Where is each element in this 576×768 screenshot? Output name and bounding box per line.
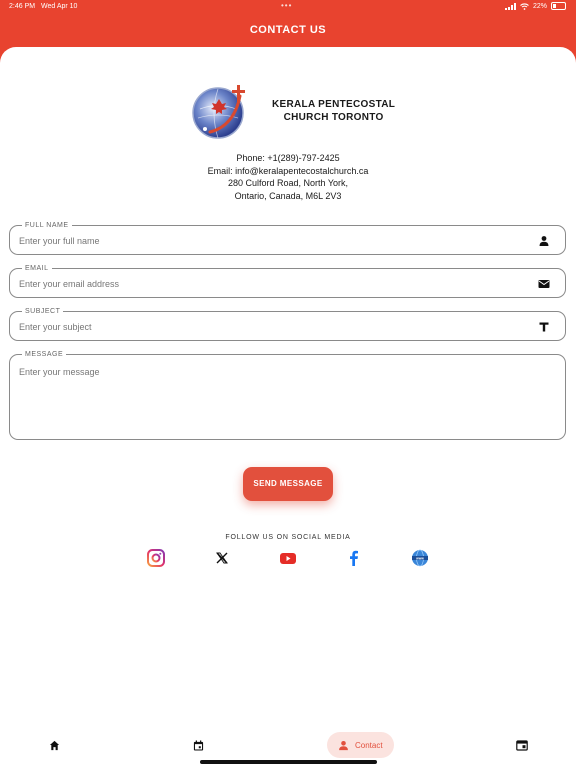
nav-events[interactable] bbox=[190, 732, 206, 758]
church-logo bbox=[190, 82, 250, 140]
contact-icon bbox=[339, 740, 348, 750]
page-title: CONTACT US bbox=[249, 24, 327, 36]
email-text[interactable]: Email: info@keralapentecostalchurch.ca bbox=[0, 165, 576, 178]
website-icon[interactable]: www bbox=[411, 549, 429, 567]
phone-text[interactable]: Phone: +1(289)-797-2425 bbox=[0, 152, 576, 165]
status-date: Wed Apr 10 bbox=[41, 3, 78, 10]
status-icons: 22% bbox=[504, 2, 566, 10]
email-label: EMAIL bbox=[22, 264, 52, 273]
facebook-icon[interactable] bbox=[345, 549, 363, 567]
church-name-line2: CHURCH TORONTO bbox=[283, 112, 384, 123]
church-name-line1: KERALA PENTECOSTAL bbox=[272, 99, 396, 110]
message-field[interactable]: MESSAGE Enter your message bbox=[9, 350, 566, 440]
mail-icon bbox=[538, 280, 550, 288]
home-icon bbox=[49, 740, 59, 750]
multitasking-dots-icon[interactable]: ••• bbox=[281, 1, 292, 10]
subject-field[interactable]: SUBJECT Enter your subject bbox=[9, 307, 566, 341]
signal-icon bbox=[504, 2, 516, 10]
battery-percent: 22% bbox=[532, 2, 547, 10]
window-icon bbox=[516, 739, 528, 751]
church-header: KERALA PENTECOSTAL CHURCH TORONTO bbox=[190, 82, 395, 140]
full-name-field[interactable]: FULL NAME Enter your full name bbox=[9, 221, 566, 255]
social-label: FOLLOW US ON SOCIAL MEDIA bbox=[225, 534, 351, 541]
status-bar: 2:46 PM Wed Apr 10 ••• 22% bbox=[0, 0, 576, 14]
wifi-icon bbox=[520, 2, 529, 10]
church-name: KERALA PENTECOSTAL CHURCH TORONTO bbox=[272, 98, 395, 124]
nav-contact[interactable]: Contact bbox=[327, 732, 394, 758]
person-icon bbox=[539, 236, 549, 246]
send-message-button[interactable]: SEND MESSAGE bbox=[243, 467, 333, 501]
subject-label: SUBJECT bbox=[22, 307, 64, 316]
address-line2: Ontario, Canada, M6L 2V3 bbox=[234, 190, 342, 201]
message-label: MESSAGE bbox=[22, 350, 67, 359]
text-icon bbox=[539, 322, 549, 332]
subject-placeholder: Enter your subject bbox=[19, 322, 92, 332]
x-icon[interactable] bbox=[213, 549, 231, 567]
address-line1: 280 Culford Road, North York, bbox=[227, 178, 349, 188]
contact-info: Phone: +1(289)-797-2425 Email: info@kera… bbox=[0, 152, 576, 202]
nav-more[interactable] bbox=[514, 732, 530, 758]
instagram-icon[interactable] bbox=[147, 549, 165, 567]
youtube-icon[interactable] bbox=[279, 549, 297, 567]
nav-contact-label: Contact bbox=[355, 740, 383, 750]
message-placeholder: Enter your message bbox=[19, 367, 100, 377]
email-placeholder: Enter your email address bbox=[19, 279, 120, 289]
email-field[interactable]: EMAIL Enter your email address bbox=[9, 264, 566, 298]
svg-text:www: www bbox=[415, 556, 424, 560]
full-name-label: FULL NAME bbox=[22, 221, 72, 230]
nav-home[interactable] bbox=[46, 732, 62, 758]
battery-icon bbox=[551, 2, 566, 10]
home-indicator[interactable] bbox=[200, 760, 377, 764]
status-time: 2:46 PM bbox=[9, 3, 36, 10]
content-sheet: KERALA PENTECOSTAL CHURCH TORONTO Phone:… bbox=[0, 47, 576, 768]
calendar-icon bbox=[193, 739, 203, 751]
full-name-placeholder: Enter your full name bbox=[19, 236, 100, 246]
